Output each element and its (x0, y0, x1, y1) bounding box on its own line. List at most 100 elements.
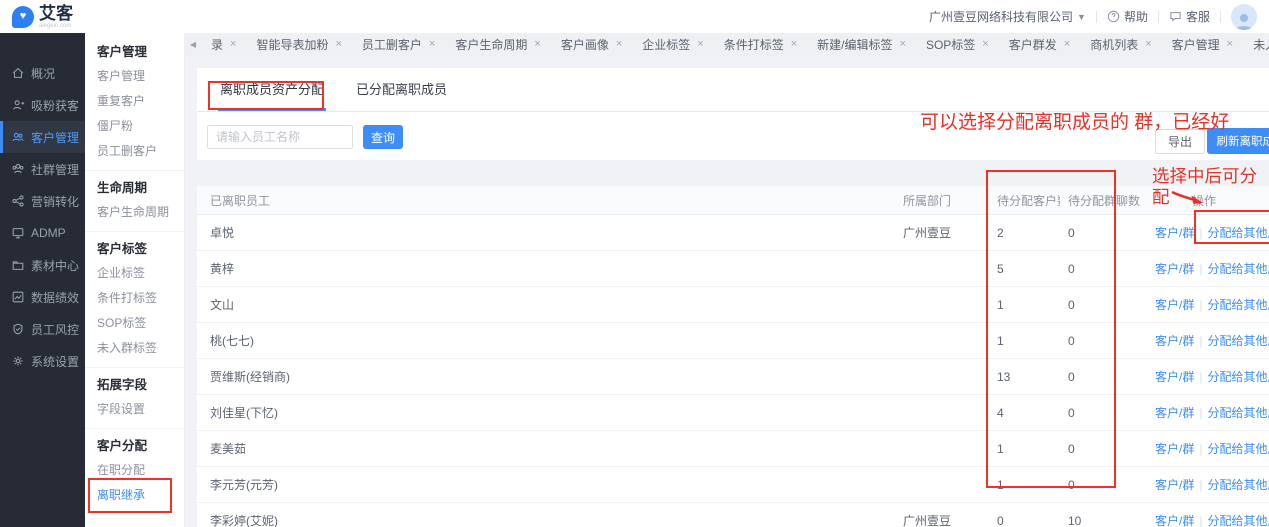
customer-service-menu[interactable]: 客服 (1169, 8, 1210, 25)
help-label: 帮助 (1124, 8, 1148, 25)
sidebar-item-label: 员工风控 (31, 321, 79, 338)
assign-to-others-link[interactable]: 分配给其他成员 (1207, 514, 1269, 527)
department (890, 287, 985, 323)
customer-group-link[interactable]: 客户/群 (1155, 442, 1194, 456)
submenu-item-duplicate-customers[interactable]: 重复客户 (85, 89, 184, 114)
col-header-department: 所属部门 (890, 186, 985, 215)
tab-item[interactable]: SOP标签× (916, 33, 999, 56)
sidebar-item-admp[interactable]: ADMP (0, 217, 85, 249)
customer-group-link[interactable]: 客户/群 (1155, 370, 1194, 384)
tab-item[interactable]: 商机列表× (1080, 33, 1161, 56)
tab-item[interactable]: 企业标签 × (632, 33, 713, 56)
close-tab-icon[interactable]: × (982, 39, 988, 50)
close-tab-icon[interactable]: × (230, 39, 236, 50)
close-tab-icon[interactable]: × (616, 39, 622, 50)
tab-item[interactable]: 智能导表加粉× (246, 33, 351, 56)
submenu-item-sop-tags[interactable]: SOP标签 (85, 311, 184, 336)
company-menu[interactable]: 广州壹豆网络科技有限公司 ▼ (929, 8, 1086, 25)
row-actions: 客户/群|分配给其他成员 (1140, 503, 1269, 527)
tab-item[interactable]: 录× (201, 33, 246, 56)
tab-item[interactable]: 新建/编辑标签× (807, 33, 916, 56)
tab-item[interactable]: 条件打标签 × (714, 33, 807, 56)
submenu-item-customer-management[interactable]: 客户管理 (85, 64, 184, 89)
logo[interactable]: ♥ 艾客 aiegein.com (12, 5, 73, 29)
sidebar-item-performance[interactable]: 数据绩效 (0, 281, 85, 313)
sidebar-item-marketing[interactable]: 营销转化 (0, 185, 85, 217)
sidebar-item-risk-control[interactable]: 员工风控 (0, 313, 85, 345)
search-button[interactable]: 查询 (363, 125, 403, 149)
submenu-item-condition-tags[interactable]: 条件打标签 (85, 286, 184, 311)
submenu-item-active-allocation[interactable]: 在职分配 (85, 458, 184, 483)
tab-item[interactable]: 客户群发× (999, 33, 1080, 56)
sidebar-item-settings[interactable]: 系统设置 (0, 345, 85, 377)
employee-search-input[interactable] (207, 125, 353, 149)
sidebar-item-community[interactable]: 社群管理 (0, 153, 85, 185)
close-tab-icon[interactable]: × (900, 39, 906, 50)
sidebar-item-overview[interactable]: 概况 (0, 57, 85, 89)
close-tab-icon[interactable]: × (534, 39, 540, 50)
close-tab-icon[interactable]: × (1145, 39, 1151, 50)
close-tab-icon[interactable]: × (697, 39, 703, 50)
submenu-item-field-settings[interactable]: 字段设置 (85, 397, 184, 422)
share-nodes-icon (11, 194, 25, 208)
row-actions: 客户/群|分配给其他成员 (1140, 359, 1269, 395)
sidebar-item-acquisition[interactable]: 吸粉获客 (0, 89, 85, 121)
tab-item[interactable]: 客户管理× (1162, 33, 1243, 56)
customer-group-link[interactable]: 客户/群 (1155, 262, 1194, 276)
tab-resigned-asset-allocation[interactable]: 离职成员资产分配 (218, 68, 326, 111)
tab-item[interactable]: 员工删客户× (352, 33, 445, 56)
tab-label: 条件打标签 (724, 36, 784, 53)
tab-label: 企业标签 (642, 36, 690, 53)
customer-group-link[interactable]: 客户/群 (1155, 478, 1194, 492)
tab-label: 客户画像 (561, 36, 609, 53)
divider (1096, 11, 1097, 23)
close-tab-icon[interactable]: × (429, 39, 435, 50)
help-menu[interactable]: 帮助 (1107, 8, 1148, 25)
tab-item[interactable]: 未入群标签× (1243, 33, 1269, 56)
pending-customers-count: 1 (985, 323, 1060, 359)
sidebar-item-customer-management[interactable]: 客户管理 (0, 121, 85, 153)
export-button[interactable]: 导出 (1155, 129, 1205, 154)
customer-group-link[interactable]: 客户/群 (1155, 298, 1194, 312)
assign-to-others-link[interactable]: 分配给其他成员 (1207, 478, 1269, 492)
refresh-resigned-members-button[interactable]: 刷新离职成员 (1207, 128, 1269, 154)
submenu-item-not-in-group-tags[interactable]: 未入群标签 (85, 336, 184, 361)
tab-scroll-left-icon[interactable]: ◀ (185, 40, 201, 49)
close-tab-icon[interactable]: × (791, 39, 797, 50)
submenu-item-resign-inherit[interactable]: 离职继承 (85, 483, 184, 508)
submenu-item-employee-deleted-customers[interactable]: 员工删客户 (85, 139, 184, 164)
customer-group-link[interactable]: 客户/群 (1155, 514, 1194, 527)
submenu-item-zombie-fans[interactable]: 僵尸粉 (85, 114, 184, 139)
customer-group-link[interactable]: 客户/群 (1155, 334, 1194, 348)
filter-row: 查询 (207, 125, 403, 149)
assign-to-others-link[interactable]: 分配给其他成员 (1207, 298, 1269, 312)
table-row: 麦美茹 1 0 客户/群|分配给其他成员 (197, 431, 1269, 467)
assign-to-others-link[interactable]: 分配给其他成员 (1207, 442, 1269, 456)
sidebar-item-materials[interactable]: 素材中心 (0, 249, 85, 281)
tab-item[interactable]: 客户画像 × (551, 33, 632, 56)
close-tab-icon[interactable]: × (335, 39, 341, 50)
table-row: 李元芳(元芳) 1 0 客户/群|分配给其他成员 (197, 467, 1269, 503)
close-tab-icon[interactable]: × (1064, 39, 1070, 50)
divider: | (1199, 406, 1202, 420)
chart-icon (11, 290, 25, 304)
customer-group-link[interactable]: 客户/群 (1155, 226, 1194, 240)
assign-to-others-link[interactable]: 分配给其他成员 (1207, 226, 1269, 240)
submenu-group-title: 拓展字段 (85, 373, 184, 397)
avatar[interactable] (1231, 4, 1257, 30)
tab-label: 未入群标签 (1253, 36, 1269, 53)
assign-to-others-link[interactable]: 分配给其他成员 (1207, 262, 1269, 276)
customer-group-link[interactable]: 客户/群 (1155, 406, 1194, 420)
close-tab-icon[interactable]: × (1227, 39, 1233, 50)
submenu-item-enterprise-tags[interactable]: 企业标签 (85, 261, 184, 286)
assign-to-others-link[interactable]: 分配给其他成员 (1207, 334, 1269, 348)
filter-panel: 离职成员资产分配 已分配离职成员 查询 导出 刷新离职成员 (197, 68, 1269, 160)
tab-item[interactable]: 客户生命周期× (445, 33, 550, 56)
assign-to-others-link[interactable]: 分配给其他成员 (1207, 370, 1269, 384)
submenu-item-customer-lifecycle[interactable]: 客户生命周期 (85, 200, 184, 225)
table-panel: 已离职员工 所属部门 待分配客户数 待分配群聊数 操作 卓悦 广州壹豆 2 0 … (197, 186, 1269, 527)
col-header-employee: 已离职员工 (197, 186, 890, 215)
assign-to-others-link[interactable]: 分配给其他成员 (1207, 406, 1269, 420)
submenu-group-title: 生命周期 (85, 176, 184, 200)
tab-allocated-resigned-members[interactable]: 已分配离职成员 (354, 68, 449, 111)
